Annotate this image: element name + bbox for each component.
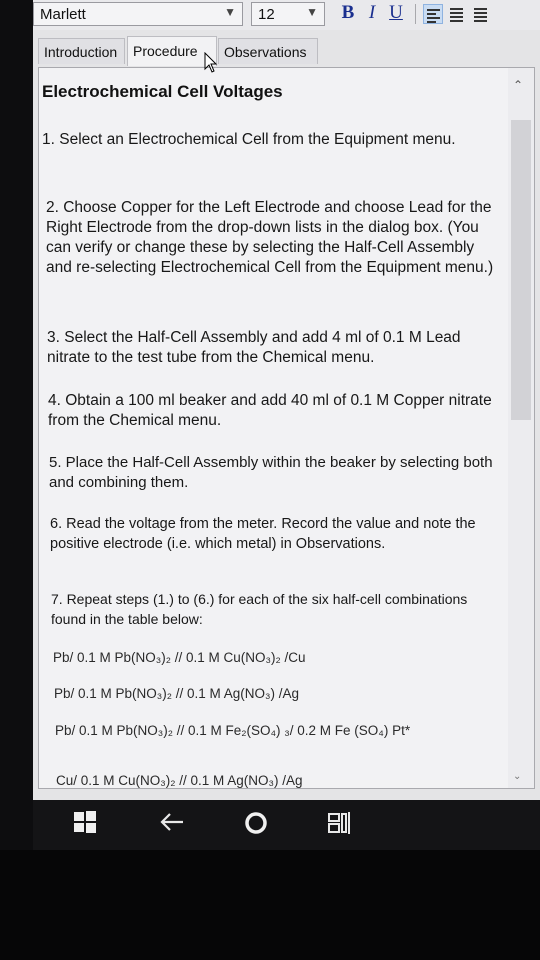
format-toolbar: Marlett ▼ 12 ▼ B I U	[33, 0, 540, 30]
tab-strip: Introduction Procedure Observations	[33, 36, 540, 66]
scrollbar-thumb[interactable]	[511, 120, 531, 420]
align-right-icon[interactable]	[471, 4, 491, 24]
page-title: Electrochemical Cell Voltages	[42, 82, 283, 101]
screen-bezel	[0, 850, 540, 960]
align-center-icon[interactable]	[447, 4, 467, 24]
procedure-step-4: 4. Obtain a 100 ml beaker and add 40 ml …	[48, 392, 492, 429]
windows-taskbar	[33, 800, 540, 850]
procedure-step-5: 5. Place the Half-Cell Assembly within t…	[49, 454, 493, 491]
windows-start-icon[interactable]	[73, 810, 97, 834]
font-name-select[interactable]: Marlett ▼	[33, 2, 243, 26]
procedure-step-6: 6. Read the voltage from the meter. Reco…	[50, 516, 476, 552]
mouse-cursor-icon	[204, 52, 218, 73]
bold-button[interactable]: B	[337, 2, 359, 24]
lab-app-window: Marlett ▼ 12 ▼ B I U Introduction Proced…	[33, 0, 540, 800]
toolbar-divider	[415, 4, 416, 24]
procedure-panel: Electrochemical Cell Voltages 1. Select …	[38, 67, 535, 789]
vertical-scrollbar[interactable]: ⌃ ⌄	[508, 68, 534, 788]
font-size-select[interactable]: 12 ▼	[251, 2, 325, 26]
task-view-icon[interactable]	[327, 810, 353, 836]
align-left-icon[interactable]	[423, 4, 443, 24]
italic-button[interactable]: I	[361, 2, 383, 24]
procedure-step-3: 3. Select the Half-Cell Assembly and add…	[47, 329, 461, 366]
procedure-step-2: 2. Choose Copper for the Left Electrode …	[46, 199, 494, 276]
tab-introduction[interactable]: Introduction	[38, 38, 125, 64]
font-name-value: Marlett	[40, 6, 86, 23]
tab-observations[interactable]: Observations	[218, 38, 318, 64]
procedure-step-7: 7. Repeat steps (1.) to (6.) for each of…	[51, 591, 468, 627]
chevron-down-icon: ▼	[306, 5, 318, 19]
underline-button[interactable]: U	[385, 2, 407, 24]
chevron-down-icon: ▼	[224, 5, 236, 19]
combination-row-4: Cu/ 0.1 M Cu(NO₃)₂ // 0.1 M Ag(NO₃) /Ag	[56, 773, 303, 788]
scroll-down-arrow-icon[interactable]: ⌄	[513, 771, 521, 782]
combination-row-1: Pb/ 0.1 M Pb(NO₃)₂ // 0.1 M Cu(NO₃)₂ /Cu	[53, 650, 306, 665]
font-size-value: 12	[258, 6, 275, 23]
back-arrow-icon[interactable]	[159, 810, 185, 834]
cortana-circle-icon[interactable]	[243, 810, 269, 836]
scroll-up-arrow-icon[interactable]: ⌃	[513, 78, 523, 92]
combination-row-3: Pb/ 0.1 M Pb(NO₃)₂ // 0.1 M Fe₂(SO₄) ₃/ …	[55, 723, 411, 738]
combination-row-2: Pb/ 0.1 M Pb(NO₃)₂ // 0.1 M Ag(NO₃) /Ag	[54, 686, 300, 701]
procedure-step-1: 1. Select an Electrochemical Cell from t…	[42, 131, 456, 148]
